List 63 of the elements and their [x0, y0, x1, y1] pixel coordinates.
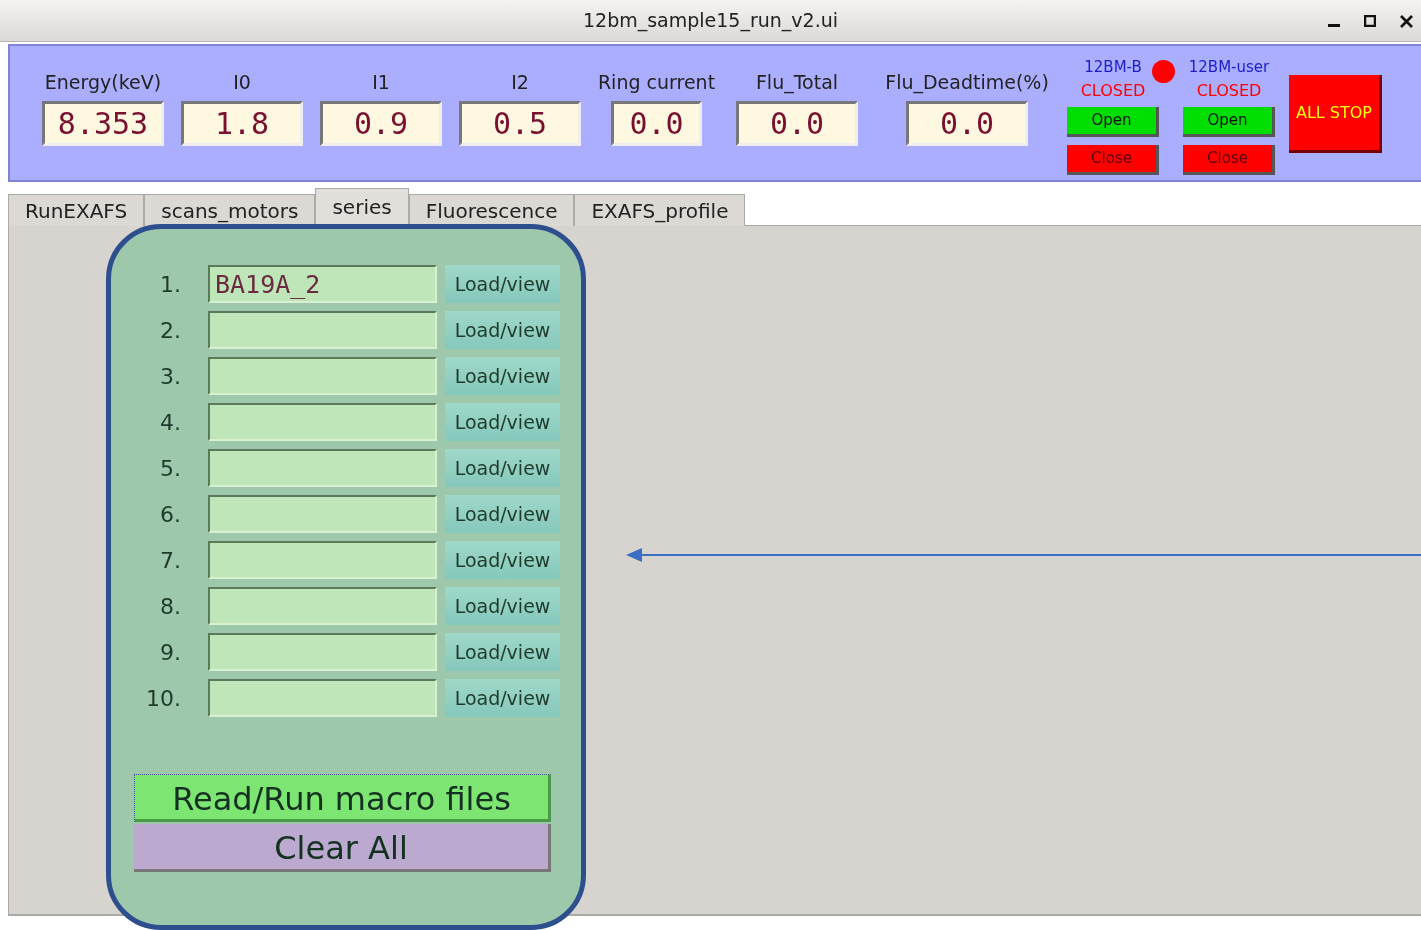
tab[interactable]: RunEXAFS: [8, 194, 145, 226]
load-view-button[interactable]: Load/view: [445, 265, 560, 303]
row-number: 1.: [159, 270, 181, 299]
load-view-button[interactable]: Load/view: [445, 541, 560, 579]
series-field[interactable]: [208, 403, 437, 441]
shutter-name: 12BM-user: [1188, 57, 1270, 78]
readout-label: Ring current: [597, 70, 716, 95]
close-button[interactable]: Close: [1183, 144, 1275, 175]
series-field[interactable]: [208, 633, 437, 671]
row-number: 8.: [159, 592, 181, 621]
row-number: 4.: [159, 408, 181, 437]
load-view-button[interactable]: Load/view: [445, 403, 560, 441]
load-view-button[interactable]: Load/view: [445, 311, 560, 349]
row-number: 6.: [159, 500, 181, 529]
shutter-status: CLOSED: [1196, 79, 1262, 102]
row-number: 2.: [159, 316, 181, 345]
readout-label: Flu_Deadtime(%): [885, 70, 1049, 96]
series-field[interactable]: [208, 357, 437, 395]
series-field[interactable]: [208, 679, 437, 717]
series-field[interactable]: BA19A_2: [208, 265, 437, 303]
readout-value: 8.353: [42, 100, 164, 146]
read-run-button[interactable]: Read/Run macro files: [134, 774, 551, 822]
readout-value: 0.5: [459, 100, 581, 146]
load-view-button[interactable]: Load/view: [445, 495, 560, 533]
load-view-button[interactable]: Load/view: [445, 633, 560, 671]
row-number: 10.: [145, 684, 181, 713]
readout-value: 0.0: [906, 100, 1028, 146]
close-icon[interactable]: [1400, 14, 1413, 28]
series-field[interactable]: [208, 587, 437, 625]
clear-all-button[interactable]: Clear All: [134, 824, 551, 872]
series-field[interactable]: [208, 495, 437, 533]
readout-value: 0.0: [611, 100, 702, 146]
series-field[interactable]: [208, 311, 437, 349]
readout-value: 1.8: [181, 100, 303, 146]
tab[interactable]: EXAFS_profile: [574, 194, 746, 226]
all-stop-button[interactable]: ALL STOP: [1289, 75, 1382, 153]
series-field[interactable]: [208, 541, 437, 579]
load-view-button[interactable]: Load/view: [445, 357, 560, 395]
readout-value: 0.9: [320, 100, 442, 146]
row-number: 5.: [159, 454, 181, 483]
maximize-icon[interactable]: [1364, 15, 1376, 27]
shutter-name: 12BM-B: [1084, 57, 1142, 78]
open-button[interactable]: Open: [1067, 106, 1159, 137]
load-view-button[interactable]: Load/view: [445, 679, 560, 717]
load-view-button[interactable]: Load/view: [445, 449, 560, 487]
readout-label: I2: [511, 70, 529, 95]
load-view-button[interactable]: Load/view: [445, 587, 560, 625]
readout-value: 0.0: [736, 100, 858, 146]
row-number: 3.: [159, 362, 181, 391]
shutter-status: CLOSED: [1080, 79, 1146, 102]
row-number: 7.: [159, 546, 181, 575]
tab[interactable]: Fluorescence: [408, 194, 575, 226]
tab[interactable]: series: [315, 188, 409, 224]
readout-label: I1: [372, 70, 390, 95]
readout-label: Flu_Total: [755, 70, 839, 96]
readout-label: Energy(keV): [44, 70, 162, 95]
open-button[interactable]: Open: [1183, 106, 1275, 137]
close-button[interactable]: Close: [1067, 144, 1159, 175]
tab[interactable]: scans_motors: [144, 194, 316, 226]
readout-label: I0: [233, 70, 251, 95]
series-field[interactable]: [208, 449, 437, 487]
row-number: 9.: [159, 638, 181, 667]
window-title: 12bm_sample15_run_v2.ui: [582, 8, 839, 34]
